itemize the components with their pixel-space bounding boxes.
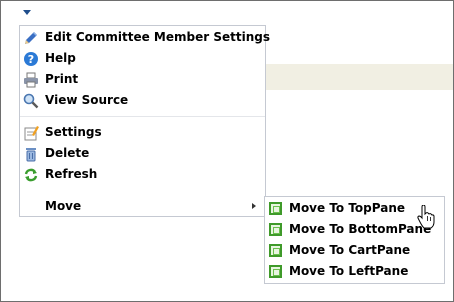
menu-item-view-source[interactable]: View Source — [20, 90, 265, 111]
printer-icon — [24, 72, 38, 88]
background-band — [266, 64, 453, 90]
pane-icon — [269, 265, 282, 278]
context-menu: Edit Committee Member Settings ? Help Pr… — [19, 25, 270, 217]
pencil-icon — [25, 32, 37, 44]
pane-icon — [269, 223, 282, 236]
menu-trigger-arrow-icon[interactable] — [20, 8, 34, 18]
refresh-icon — [24, 168, 38, 182]
menu-separator — [20, 116, 265, 117]
trash-icon — [26, 148, 36, 162]
pane-icon — [269, 244, 282, 257]
menu-item-move[interactable]: Move — [20, 196, 265, 217]
menu-item-label: Delete — [45, 146, 90, 160]
submenu-item-label: Move To LeftPane — [289, 264, 409, 278]
menu-item-settings[interactable]: Settings — [20, 122, 265, 143]
pane-icon — [269, 202, 282, 215]
hand-cursor-icon — [417, 205, 435, 229]
svg-text:?: ? — [28, 53, 34, 66]
submenu-item-label: Move To CartPane — [289, 243, 411, 257]
menu-item-label: Settings — [45, 125, 102, 139]
submenu-arrow-icon — [252, 203, 256, 209]
submenu-item-move-cart-pane[interactable]: Move To CartPane — [265, 240, 444, 261]
menu-item-help[interactable]: ? Help — [20, 48, 265, 69]
menu-item-delete[interactable]: Delete — [20, 143, 265, 164]
menu-item-refresh[interactable]: Refresh — [20, 164, 265, 185]
magnifier-icon — [23, 93, 39, 109]
settings-icon — [24, 126, 39, 141]
menu-item-label: Help — [45, 51, 76, 65]
submenu-item-move-left-pane[interactable]: Move To LeftPane — [265, 261, 444, 282]
help-icon: ? — [24, 52, 38, 66]
menu-item-label: Move — [45, 199, 82, 213]
submenu-item-label: Move To BottomPane — [289, 222, 432, 236]
submenu-item-label: Move To TopPane — [289, 201, 406, 215]
menu-item-label: Refresh — [45, 167, 98, 181]
menu-item-label: Edit Committee Member Settings — [45, 30, 270, 44]
menu-item-print[interactable]: Print — [20, 69, 265, 90]
menu-item-label: Print — [45, 72, 79, 86]
menu-item-label: View Source — [45, 93, 129, 107]
menu-item-edit-settings[interactable]: Edit Committee Member Settings — [20, 27, 270, 48]
